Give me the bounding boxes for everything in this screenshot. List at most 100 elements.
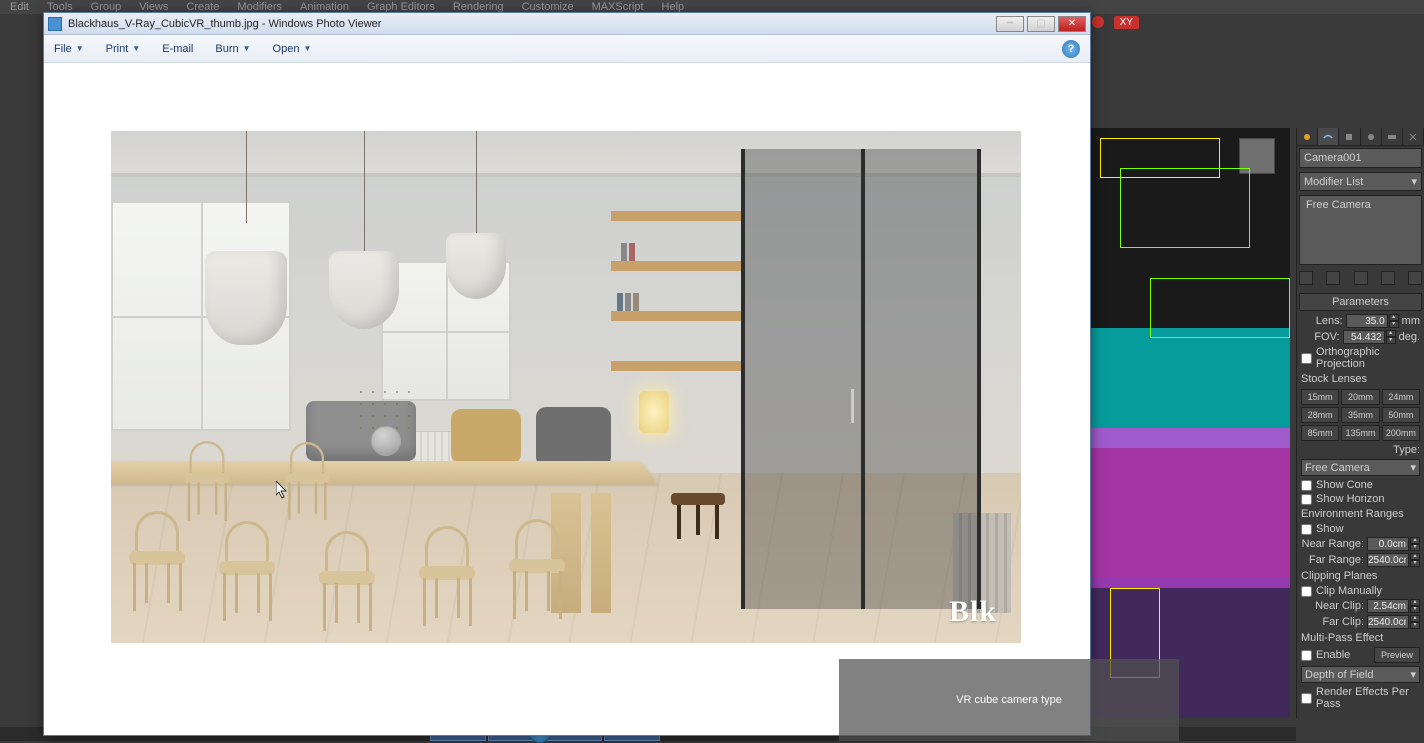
spinner-up-icon[interactable]: ▴ xyxy=(1410,537,1420,544)
remove-modifier-button[interactable] xyxy=(1381,271,1395,285)
env-ranges-label: Environment Ranges xyxy=(1297,506,1424,522)
near-range-input[interactable] xyxy=(1367,537,1409,551)
burn-menu[interactable]: Burn▼ xyxy=(215,43,250,55)
type-label: Type: xyxy=(1301,444,1420,456)
menu-edit[interactable]: Edit xyxy=(10,1,29,13)
far-range-label: Far Range: xyxy=(1301,554,1364,566)
ortho-checkbox[interactable] xyxy=(1301,353,1312,364)
modifier-list-label: Modifier List xyxy=(1304,176,1363,188)
maximize-button[interactable]: ▢ xyxy=(1027,16,1055,32)
fov-spinner[interactable]: ▴▾ xyxy=(1343,330,1396,344)
spinner-down-icon[interactable]: ▾ xyxy=(1386,337,1396,344)
chevron-down-icon: ▼ xyxy=(76,44,84,53)
make-unique-button[interactable] xyxy=(1354,271,1368,285)
watermark: Blk xyxy=(949,595,997,629)
lens-input[interactable] xyxy=(1346,314,1388,328)
spinner-down-icon[interactable]: ▾ xyxy=(1410,622,1420,629)
show-label: Show xyxy=(1316,523,1344,535)
multipass-label: Multi-Pass Effect xyxy=(1297,630,1424,646)
camera-type-dropdown[interactable]: Free Camera ▾ xyxy=(1301,459,1420,476)
spinner-up-icon[interactable]: ▴ xyxy=(1410,615,1420,622)
spinner-up-icon[interactable]: ▴ xyxy=(1410,599,1420,606)
near-range-spinner[interactable]: ▴▾ xyxy=(1367,537,1420,551)
show-checkbox[interactable] xyxy=(1301,524,1312,535)
far-range-spinner[interactable]: ▴▾ xyxy=(1367,553,1420,567)
lens-35mm-button[interactable]: 35mm xyxy=(1341,407,1379,423)
far-clip-input[interactable] xyxy=(1367,615,1409,629)
spinner-down-icon[interactable]: ▾ xyxy=(1410,560,1420,567)
window-title: Blackhaus_V-Ray_CubicVR_thumb.jpg - Wind… xyxy=(68,18,996,30)
email-menu[interactable]: E-mail xyxy=(162,43,193,55)
display-tab[interactable] xyxy=(1382,128,1403,145)
open-label: Open xyxy=(273,43,300,55)
open-menu[interactable]: Open▼ xyxy=(273,43,312,55)
spinner-up-icon[interactable]: ▴ xyxy=(1410,553,1420,560)
lens-135mm-button[interactable]: 135mm xyxy=(1341,425,1379,441)
lens-28mm-button[interactable]: 28mm xyxy=(1301,407,1339,423)
modify-tab[interactable] xyxy=(1318,128,1339,145)
perspective-viewport[interactable] xyxy=(1090,128,1290,718)
show-cone-label: Show Cone xyxy=(1316,479,1373,491)
show-horizon-label: Show Horizon xyxy=(1316,493,1384,505)
image-canvas[interactable]: Blk xyxy=(44,63,1090,735)
spinner-up-icon[interactable]: ▴ xyxy=(1389,314,1399,321)
preview-button[interactable]: Preview xyxy=(1374,647,1420,663)
chevron-down-icon: ▾ xyxy=(1410,461,1416,474)
xy-constraint-badge[interactable]: XY xyxy=(1114,16,1139,29)
lens-24mm-button[interactable]: 24mm xyxy=(1382,389,1420,405)
hierarchy-tab[interactable] xyxy=(1339,128,1360,145)
help-button[interactable]: ? xyxy=(1062,40,1080,58)
lens-200mm-button[interactable]: 200mm xyxy=(1382,425,1420,441)
near-clip-input[interactable] xyxy=(1367,599,1409,613)
pin-stack-button[interactable] xyxy=(1299,271,1313,285)
spinner-down-icon[interactable]: ▾ xyxy=(1410,606,1420,613)
near-range-label: Near Range: xyxy=(1301,538,1364,550)
clip-manually-checkbox[interactable] xyxy=(1301,586,1312,597)
configure-sets-button[interactable] xyxy=(1408,271,1422,285)
file-menu[interactable]: File ▼ xyxy=(54,43,84,55)
spinner-down-icon[interactable]: ▾ xyxy=(1410,544,1420,551)
show-horizon-checkbox[interactable] xyxy=(1301,494,1312,505)
lens-50mm-button[interactable]: 50mm xyxy=(1382,407,1420,423)
lens-spinner[interactable]: ▴▾ xyxy=(1346,314,1399,328)
stack-item-free-camera[interactable]: Free Camera xyxy=(1306,199,1415,211)
lens-unit: mm xyxy=(1402,315,1420,327)
modifier-stack[interactable]: Free Camera xyxy=(1299,195,1422,265)
show-cone-checkbox[interactable] xyxy=(1301,480,1312,491)
app-icon xyxy=(48,17,62,31)
minimize-button[interactable]: ━ xyxy=(996,16,1024,32)
command-panel-tabs xyxy=(1297,128,1424,146)
show-result-button[interactable] xyxy=(1326,271,1340,285)
command-panel: Camera001 Modifier List ▾ Free Camera Pa… xyxy=(1296,128,1424,718)
lens-15mm-button[interactable]: 15mm xyxy=(1301,389,1339,405)
spinner-down-icon[interactable]: ▾ xyxy=(1389,321,1399,328)
far-clip-spinner[interactable]: ▴▾ xyxy=(1367,615,1420,629)
near-clip-spinner[interactable]: ▴▾ xyxy=(1367,599,1420,613)
chevron-down-icon: ▾ xyxy=(1410,668,1416,681)
spinner-up-icon[interactable]: ▴ xyxy=(1386,330,1396,337)
lens-85mm-button[interactable]: 85mm xyxy=(1301,425,1339,441)
object-name-field[interactable]: Camera001 xyxy=(1299,148,1422,168)
chevron-down-icon: ▼ xyxy=(243,44,251,53)
motion-tab[interactable] xyxy=(1361,128,1382,145)
caption-text: VR cube camera type xyxy=(956,694,1062,706)
file-label: File xyxy=(54,43,72,55)
render-effects-checkbox[interactable] xyxy=(1301,693,1312,704)
fov-input[interactable] xyxy=(1343,330,1385,344)
caption-overlay: VR cube camera type xyxy=(839,659,1179,741)
utilities-tab[interactable] xyxy=(1403,128,1424,145)
modifier-list-dropdown[interactable]: Modifier List ▾ xyxy=(1299,172,1422,191)
rendered-image: Blk xyxy=(111,131,1021,643)
mouse-cursor-icon xyxy=(276,481,288,499)
effect-dropdown[interactable]: Depth of Field ▾ xyxy=(1301,666,1420,683)
rollout-parameters[interactable]: Parameters xyxy=(1299,293,1422,311)
stock-lenses-grid: 15mm 20mm 24mm 28mm 35mm 50mm 85mm 135mm… xyxy=(1301,389,1420,441)
titlebar[interactable]: Blackhaus_V-Ray_CubicVR_thumb.jpg - Wind… xyxy=(44,13,1090,35)
print-menu[interactable]: Print▼ xyxy=(106,43,141,55)
effect-value: Depth of Field xyxy=(1305,669,1373,681)
far-range-input[interactable] xyxy=(1367,553,1409,567)
lens-20mm-button[interactable]: 20mm xyxy=(1341,389,1379,405)
create-tab[interactable] xyxy=(1297,128,1318,145)
close-button[interactable]: ✕ xyxy=(1058,16,1086,32)
enable-checkbox[interactable] xyxy=(1301,650,1312,661)
